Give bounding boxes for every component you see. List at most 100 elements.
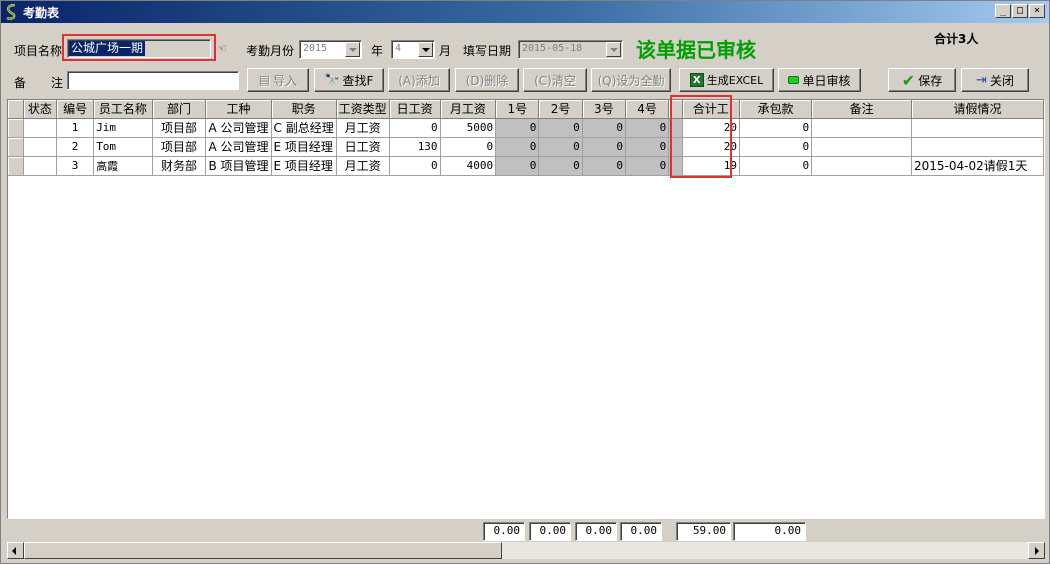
cell-position[interactable]: E 项目经理 <box>271 137 337 157</box>
cell-contract[interactable]: 0 <box>739 156 813 176</box>
title-bar[interactable]: 考勤表 _ □ × <box>1 1 1049 23</box>
header-remark[interactable]: 备注 <box>811 100 913 119</box>
cell-status[interactable] <box>23 118 58 138</box>
cell-day-1[interactable]: 0 <box>495 137 540 157</box>
header-status[interactable]: 状态 <box>23 100 58 119</box>
table-row[interactable]: 1 Jim 项目部 A 公司管理 C 副总经理 月工资 0 5000 0 0 0 0 20 0 <box>8 118 1044 138</box>
cell-trade[interactable]: B 项目管理 <box>205 156 272 176</box>
cell-leave[interactable] <box>911 137 1044 157</box>
month-dropdown-icon[interactable] <box>418 42 433 57</box>
cell-day-4[interactable]: 0 <box>625 137 670 157</box>
cell-wage-type[interactable]: 日工资 <box>336 137 390 157</box>
header-leave[interactable]: 请假情况 <box>911 100 1044 119</box>
cell-dept[interactable]: 项目部 <box>152 137 207 157</box>
cell-status[interactable] <box>23 156 58 176</box>
header-wage-type[interactable]: 工资类型 <box>336 100 390 119</box>
header-day-1[interactable]: 1号 <box>495 100 540 119</box>
cell-day-4[interactable]: 0 <box>625 118 670 138</box>
scroll-thumb[interactable] <box>24 542 502 559</box>
cell-name[interactable]: Jim <box>93 118 153 138</box>
cell-day-3[interactable]: 0 <box>582 118 626 138</box>
cell-day-3[interactable]: 0 <box>582 156 626 176</box>
cell-trade[interactable]: A 公司管理 <box>205 137 272 157</box>
cell-monthly-wage[interactable]: 4000 <box>440 156 497 176</box>
import-button[interactable]: ▤ 导入 <box>247 68 309 92</box>
cell-day-4[interactable]: 0 <box>625 156 670 176</box>
cell-dept[interactable]: 项目部 <box>152 118 207 138</box>
delete-button[interactable]: (D)删除 <box>455 68 519 92</box>
cell-monthly-wage[interactable]: 0 <box>440 137 497 157</box>
cell-leave[interactable] <box>911 118 1044 138</box>
header-total-work[interactable]: 合计工 <box>682 100 740 119</box>
cell-total-work[interactable]: 20 <box>682 137 740 157</box>
date-dropdown-icon[interactable] <box>606 42 621 57</box>
header-position[interactable]: 职务 <box>271 100 337 119</box>
header-monthly-wage[interactable]: 月工资 <box>440 100 497 119</box>
cell-remark[interactable] <box>811 156 913 176</box>
cell-name[interactable]: Tom <box>93 137 153 157</box>
table-row[interactable]: 3 高霞 财务部 B 项目管理 E 项目经理 月工资 0 4000 0 0 0 0 19 0 2015-04… <box>8 156 1044 176</box>
cell-status[interactable] <box>23 137 58 157</box>
cell-position[interactable]: C 副总经理 <box>271 118 337 138</box>
month-combo[interactable]: 4 <box>391 40 435 59</box>
cell-trade[interactable]: A 公司管理 <box>205 118 272 138</box>
clear-button[interactable]: (C)清空 <box>523 68 587 92</box>
cell-contract[interactable]: 0 <box>739 137 813 157</box>
header-day-2[interactable]: 2号 <box>538 100 583 119</box>
header-name[interactable]: 员工名称 <box>93 100 153 119</box>
cell-leave[interactable]: 2015-04-02请假1天 <box>911 156 1044 176</box>
generate-excel-button[interactable]: X 生成EXCEL <box>679 68 774 92</box>
cell-daily-wage[interactable]: 0 <box>389 156 441 176</box>
cell-wage-type[interactable]: 月工资 <box>336 118 390 138</box>
add-button[interactable]: (A)添加 <box>388 68 450 92</box>
header-trade[interactable]: 工种 <box>205 100 272 119</box>
attendance-grid[interactable]: 状态 编号 员工名称 部门 工种 职务 工资类型 日工资 月工资 1号 2号 3… <box>7 99 1045 519</box>
header-daily-wage[interactable]: 日工资 <box>389 100 441 119</box>
year-combo[interactable]: 2015 <box>299 40 362 59</box>
fill-date-field[interactable]: 2015-05-18 <box>518 40 623 59</box>
cell-spacer[interactable] <box>668 137 683 157</box>
cell-no[interactable]: 2 <box>56 137 95 157</box>
row-indicator[interactable] <box>8 118 24 138</box>
cell-remark[interactable] <box>811 118 913 138</box>
cell-name[interactable]: 高霞 <box>93 156 153 176</box>
header-dept[interactable]: 部门 <box>152 100 207 119</box>
cell-dept[interactable]: 财务部 <box>152 156 207 176</box>
header-contract[interactable]: 承包款 <box>739 100 813 119</box>
row-indicator[interactable] <box>8 156 24 176</box>
close-button[interactable]: ⇥ 关闭 <box>961 68 1029 92</box>
horizontal-scrollbar[interactable] <box>7 542 1045 559</box>
row-indicator[interactable] <box>8 137 24 157</box>
scroll-left-icon[interactable] <box>7 542 24 559</box>
cell-day-3[interactable]: 0 <box>582 137 626 157</box>
header-no[interactable]: 编号 <box>56 100 95 119</box>
maximize-button[interactable]: □ <box>1012 4 1028 18</box>
scroll-right-icon[interactable] <box>1028 542 1045 559</box>
project-field[interactable]: 公城广场一期 <box>67 39 211 58</box>
hand-pointer-icon[interactable]: ☜ <box>217 42 227 55</box>
cell-no[interactable]: 3 <box>56 156 95 176</box>
cell-total-work[interactable]: 20 <box>682 118 740 138</box>
cell-monthly-wage[interactable]: 5000 <box>440 118 497 138</box>
set-full-attendance-button[interactable]: (Q)设为全勤 <box>591 68 671 92</box>
single-day-audit-button[interactable]: 单日审核 <box>778 68 861 92</box>
cell-day-2[interactable]: 0 <box>538 118 583 138</box>
cell-no[interactable]: 1 <box>56 118 95 138</box>
year-dropdown-icon[interactable] <box>345 42 360 57</box>
cell-position[interactable]: E 项目经理 <box>271 156 337 176</box>
cell-day-2[interactable]: 0 <box>538 137 583 157</box>
cell-remark[interactable] <box>811 137 913 157</box>
cell-contract[interactable]: 0 <box>739 118 813 138</box>
cell-daily-wage[interactable]: 0 <box>389 118 441 138</box>
remark-input[interactable] <box>67 71 239 90</box>
cell-spacer[interactable] <box>668 118 683 138</box>
cell-wage-type[interactable]: 月工资 <box>336 156 390 176</box>
close-window-button[interactable]: × <box>1029 4 1045 18</box>
cell-day-1[interactable]: 0 <box>495 156 540 176</box>
cell-day-1[interactable]: 0 <box>495 118 540 138</box>
save-button[interactable]: ✔ 保存 <box>888 68 956 92</box>
cell-total-work[interactable]: 19 <box>682 156 740 176</box>
cell-day-2[interactable]: 0 <box>538 156 583 176</box>
minimize-button[interactable]: _ <box>995 4 1011 18</box>
header-day-4[interactable]: 4号 <box>625 100 670 119</box>
